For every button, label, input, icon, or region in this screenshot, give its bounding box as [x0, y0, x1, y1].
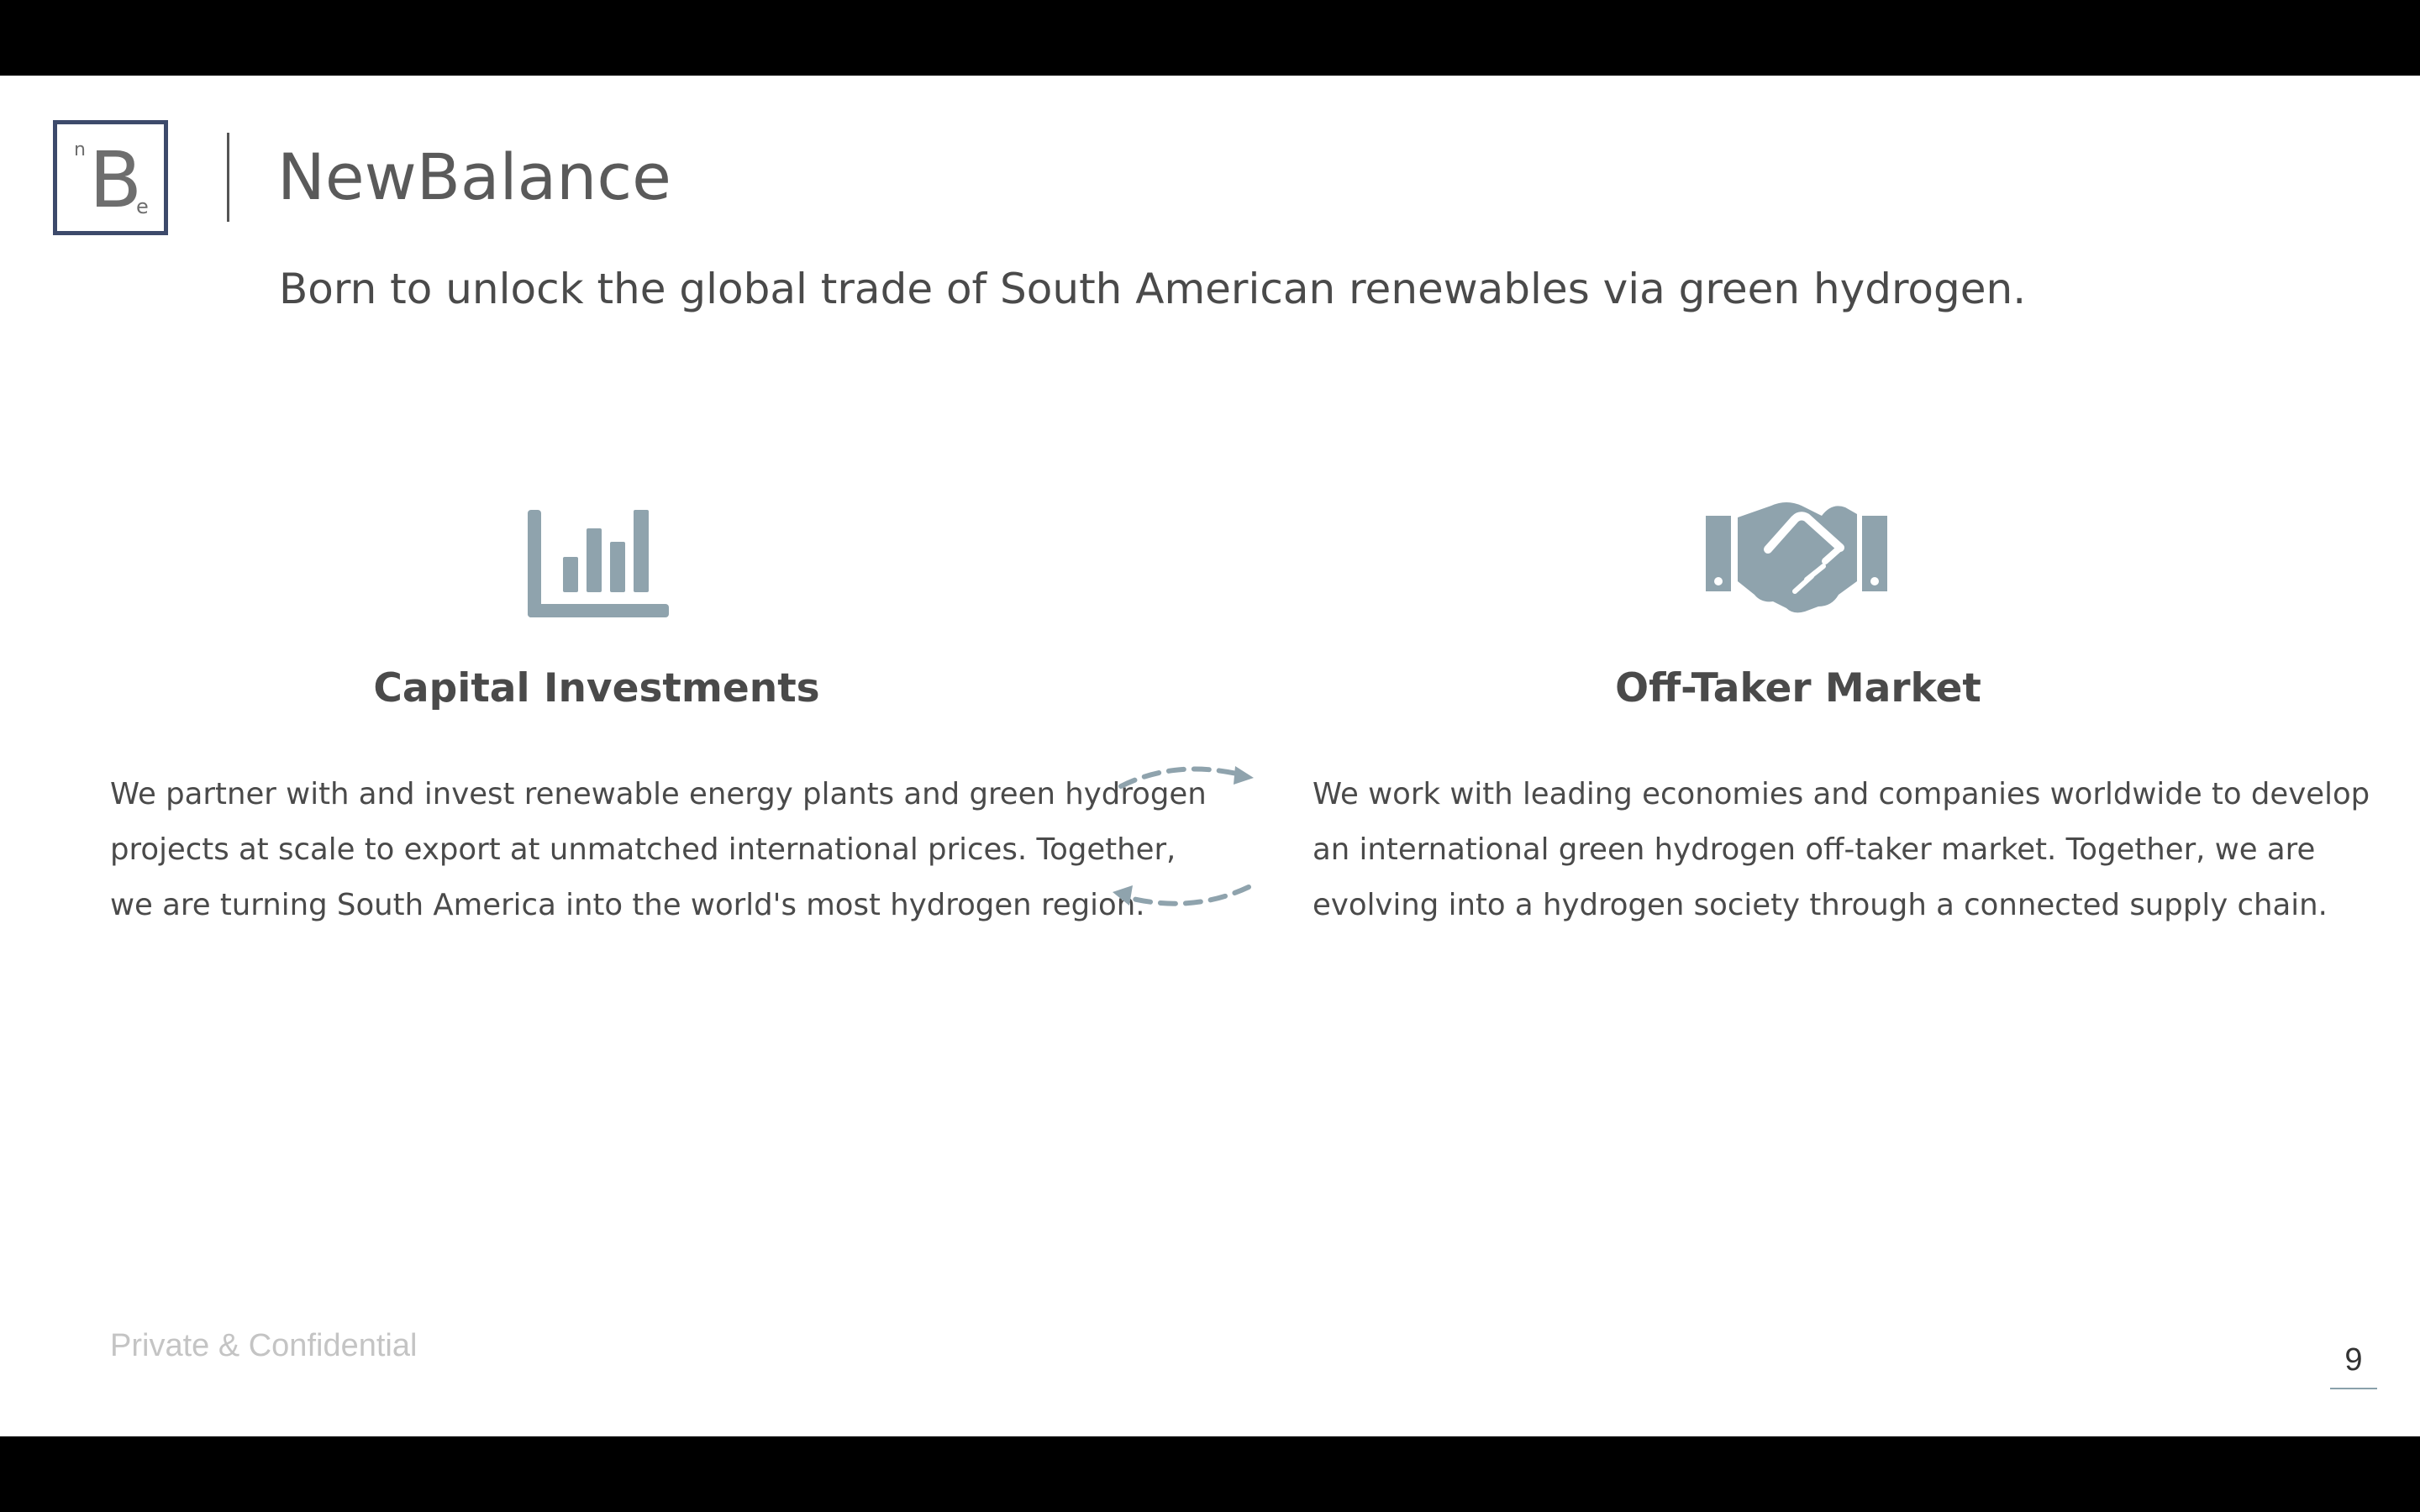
- bar-chart-icon: [528, 510, 669, 617]
- header-divider: [227, 133, 229, 222]
- slide: n B e NewBalance Born to unlock the glob…: [0, 76, 2420, 1436]
- logo-letter-e: e: [136, 195, 149, 218]
- logo-letter-n: n: [74, 139, 86, 160]
- body-line: an international green hydrogen off-take…: [1313, 832, 2316, 867]
- off-taker-market-heading: Off-Taker Market: [1615, 665, 1981, 711]
- exchange-arrows-icon: [1113, 766, 1254, 906]
- page-number-underline: [2330, 1388, 2377, 1389]
- logo: n B e: [53, 120, 168, 235]
- confidential-label: Private & Confidential: [110, 1328, 418, 1363]
- capital-investments-body: We partner with and invest renewable ene…: [110, 767, 1207, 933]
- page-number: 9: [2344, 1342, 2363, 1378]
- capital-investments-heading: Capital Investments: [373, 665, 820, 711]
- body-line: we are turning South America into the wo…: [110, 888, 1145, 922]
- off-taker-market-body: We work with leading economies and compa…: [1313, 767, 2370, 933]
- brand-title: NewBalance: [277, 139, 671, 214]
- tagline: Born to unlock the global trade of South…: [279, 265, 2027, 313]
- logo-letter-b: B: [89, 135, 143, 225]
- body-line: We partner with and invest renewable ene…: [110, 777, 1207, 811]
- letterbox-top: [0, 0, 2420, 76]
- letterbox-bottom: [0, 1436, 2420, 1512]
- handshake-icon: [1706, 502, 1887, 613]
- body-line: projects at scale to export at unmatched…: [110, 832, 1176, 867]
- body-line: We work with leading economies and compa…: [1313, 777, 2370, 811]
- body-line: evolving into a hydrogen society through…: [1313, 888, 2328, 922]
